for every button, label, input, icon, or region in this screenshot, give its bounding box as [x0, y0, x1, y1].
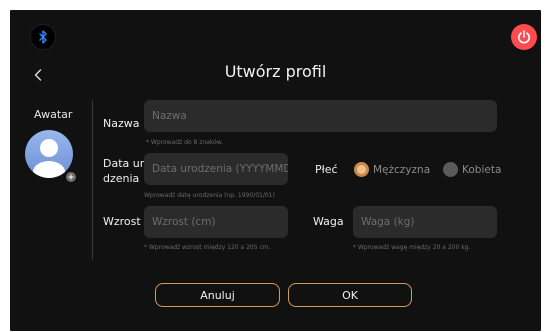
plus-icon — [68, 174, 74, 180]
birthdate-hint: Wprowadź datę urodzenia (np. 1990/01/01) — [144, 192, 275, 199]
page-title: Utwórz profil — [224, 62, 327, 81]
ok-button[interactable]: OK — [288, 283, 412, 307]
avatar-label: Awatar — [34, 108, 73, 121]
height-label: Wzrost — [103, 215, 141, 228]
gender-option-female-label: Kobieta — [462, 163, 502, 176]
avatar-add-button[interactable] — [65, 171, 77, 183]
height-input[interactable]: Wzrost (cm) — [144, 206, 288, 238]
radio-unselected-icon — [443, 162, 458, 177]
create-profile-screen: Utwórz profil Awatar Nazwa Nazwa * Wprow… — [10, 10, 541, 331]
power-button[interactable] — [511, 24, 537, 50]
vertical-divider — [92, 100, 93, 260]
gender-option-female[interactable]: Kobieta — [443, 162, 501, 177]
gender-option-male-label: Mężczyzna — [373, 163, 431, 176]
name-hint: * Wprowadź do 8 znaków. — [146, 139, 224, 146]
name-input[interactable]: Nazwa — [144, 100, 497, 132]
name-label: Nazwa — [103, 117, 140, 130]
radio-selected-icon — [354, 162, 369, 177]
gender-label: Płeć — [315, 163, 338, 176]
gender-option-male[interactable]: Mężczyzna — [354, 162, 430, 177]
birthdate-input[interactable]: Data urodzenia (YYYYMMDD — [144, 153, 288, 185]
bluetooth-button[interactable] — [30, 24, 56, 50]
bluetooth-icon — [39, 30, 47, 44]
cancel-button[interactable]: Anuluj — [155, 283, 280, 307]
avatar[interactable] — [25, 130, 73, 178]
weight-label: Waga — [313, 215, 344, 228]
weight-hint: * Wprowadź wagę między 20 a 200 kg. — [353, 244, 471, 251]
power-icon — [518, 30, 530, 44]
height-hint: * Wprowadź wzrost między 120 a 205 cm. — [144, 244, 271, 251]
user-avatar-icon — [33, 139, 65, 178]
weight-input[interactable]: Waga (kg) — [353, 206, 497, 238]
